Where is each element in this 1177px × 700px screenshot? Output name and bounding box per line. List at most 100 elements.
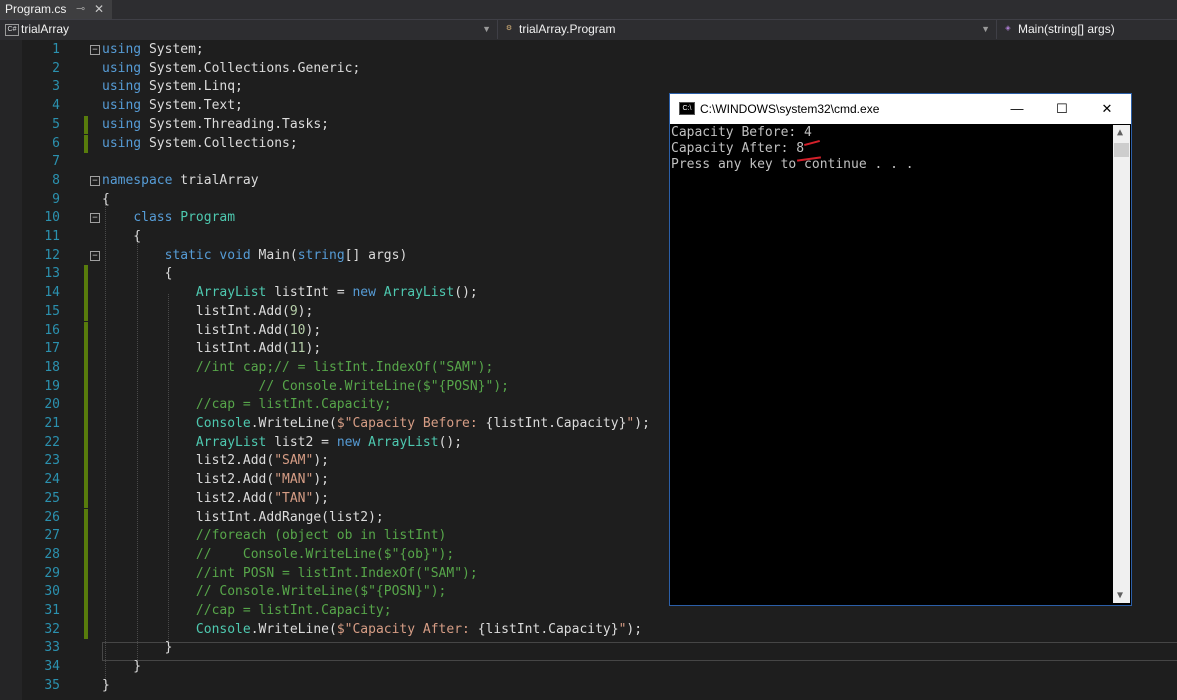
console-title-bar[interactable]: C:\ C:\WINDOWS\system32\cmd.exe — ☐ ✕ [670,94,1131,124]
tab-bar: Program.cs ⊸ ✕ [0,0,1177,20]
code-text: //foreach (object ob in listInt) [102,528,447,544]
change-indicator [84,471,88,490]
class-dropdown[interactable]: ⚙ trialArray.Program ▼ [498,20,997,39]
change-indicator [84,377,88,397]
code-text: Console.WriteLine($"Capacity Before: {li… [195,416,650,431]
code-text: list2.Add("SAM"); [102,453,329,469]
line-number: 9 [52,191,60,207]
code-line[interactable]: 33 } [0,639,1177,658]
tab-title: Program.cs [5,2,67,16]
line-number: 11 [44,229,60,244]
line-number: 22 [44,434,60,450]
code-text: using System; [102,42,204,57]
pin-icon[interactable]: ⊸ [76,0,85,18]
scroll-down-icon[interactable]: ▼ [1117,590,1123,601]
line-number: 29 [44,565,60,581]
code-text: ArrayList listInt = new ArrayList(); [195,285,478,301]
code-text: { [102,229,142,244]
change-indicator [84,415,88,434]
line-number: 26 [44,509,60,525]
code-text: using System.Collections; [102,135,298,151]
change-indicator [84,115,88,135]
change-indicator [84,284,88,303]
class-icon: ⚙ [505,25,513,32]
code-text: } [102,640,173,656]
close-tab-icon[interactable]: ✕ [94,0,104,18]
line-number: 18 [44,359,60,375]
collapse-icon[interactable]: − [90,213,100,224]
line-number: 33 [44,640,60,656]
line-number: 34 [44,659,60,675]
code-text: using System.Threading.Tasks; [102,116,329,132]
code-text: //int cap;// = listInt.IndexOf("SAM"); [102,359,494,375]
code-text: { [102,266,173,282]
code-text: ArrayList list2 = new ArrayList(); [195,434,463,450]
member-dropdown[interactable]: ◈ Main(string[] args) [997,20,1177,39]
collapse-icon[interactable]: − [90,175,100,186]
line-number: 5 [52,116,60,132]
code-line[interactable]: 32 Console.WriteLine($"Capacity After: {… [0,620,1177,640]
code-text: listInt.Add(9); [102,303,314,319]
minimize-button[interactable]: — [1007,99,1027,119]
navigation-bar: C# trialArray ▼ ⚙ trialArray.Program ▼ ◈… [0,20,1177,40]
close-button[interactable]: ✕ [1097,99,1117,119]
csharp-project-icon: C# [5,24,19,36]
line-number: 31 [44,603,60,618]
line-number: 23 [44,453,60,469]
change-indicator [84,527,88,546]
console-output: Capacity Before: 4 Capacity After: 8 Pre… [671,125,914,172]
code-text: Console.WriteLine($"Capacity After: {lis… [195,621,643,637]
project-label: trialArray [21,22,70,36]
code-text: using System.Linq; [102,79,243,95]
change-indicator [84,302,88,322]
code-text: static void Main(string[] args) [164,247,408,263]
code-text: listInt.AddRange(list2); [102,509,384,525]
code-line[interactable]: 34 } [0,658,1177,677]
line-number: 14 [44,285,60,301]
line-number: 6 [52,135,60,151]
code-text: } [102,659,142,675]
line-number: 4 [52,98,60,114]
code-text: } [102,677,110,693]
change-indicator [84,564,88,584]
change-indicator [84,134,88,154]
code-text: //cap = listInt.Capacity; [102,603,392,618]
change-indicator [84,265,88,285]
line-number: 8 [52,172,60,188]
line-number: 32 [44,621,60,637]
line-number: 16 [44,322,60,338]
scroll-thumb[interactable] [1114,143,1129,157]
code-text: list2.Add("MAN"); [102,472,329,488]
chevron-down-icon: ▼ [981,24,990,34]
change-indicator [84,508,88,528]
change-indicator [84,489,88,509]
code-text: using System.Collections.Generic; [102,60,361,76]
scroll-up-icon[interactable]: ▲ [1117,127,1123,138]
tab-program-cs[interactable]: Program.cs ⊸ ✕ [0,0,112,19]
code-text: listInt.Add(11); [102,341,322,357]
change-indicator [84,321,88,341]
code-line[interactable]: 35} [0,677,1177,696]
change-indicator [84,602,88,621]
code-text: // Console.WriteLine($"{POSN}"); [102,378,509,394]
code-text: //int POSN = listInt.IndexOf("SAM"); [102,565,478,581]
line-number: 20 [44,397,60,413]
code-text: list2.Add("TAN"); [102,490,329,506]
console-window[interactable]: C:\ C:\WINDOWS\system32\cmd.exe — ☐ ✕ Ca… [669,93,1132,606]
code-text: class Program [133,210,236,226]
code-text: listInt.Add(10); [102,322,322,338]
console-icon: C:\ [679,102,695,115]
collapse-icon[interactable]: − [90,45,100,55]
console-scrollbar[interactable]: ▲ ▼ [1113,125,1130,603]
code-line[interactable]: 2 using System.Collections.Generic; [0,60,1177,79]
line-number: 10 [44,210,60,226]
class-label: trialArray.Program [519,22,616,36]
line-number: 24 [44,472,60,488]
collapse-icon[interactable]: − [90,250,100,261]
line-number: 12 [44,247,60,263]
code-line[interactable]: 1 − using System; [0,41,1177,60]
chevron-down-icon: ▼ [482,24,491,34]
code-text: // Console.WriteLine($"{POSN}"); [102,584,447,600]
maximize-button[interactable]: ☐ [1052,99,1072,119]
project-dropdown[interactable]: C# trialArray ▼ [0,20,498,39]
